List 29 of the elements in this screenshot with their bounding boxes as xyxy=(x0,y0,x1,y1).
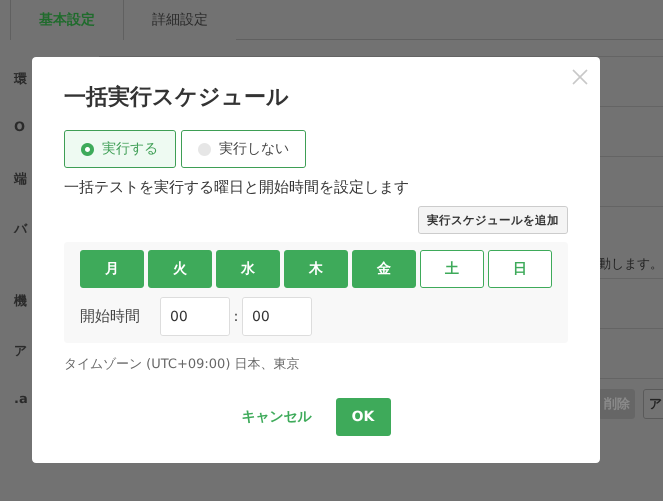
timezone-text: タイムゾーン (UTC+09:00) 日本、東京 xyxy=(64,356,301,373)
field-label: 端 xyxy=(14,171,27,188)
field-label: .a xyxy=(14,392,28,407)
field-label: バ xyxy=(14,221,27,238)
day-toggle[interactable]: 日 xyxy=(488,250,552,288)
day-toggle[interactable]: 金 xyxy=(352,250,416,288)
minute-field[interactable]: 00 xyxy=(242,297,312,336)
tab[interactable]: 詳細設定 xyxy=(124,0,236,40)
cancel-button[interactable]: キャンセル xyxy=(242,408,312,426)
radio-option[interactable]: 実行しない xyxy=(181,130,306,168)
field-label: 機 xyxy=(14,293,27,310)
field-label: O xyxy=(14,120,26,135)
day-toggle[interactable]: 月 xyxy=(80,250,144,288)
dialog-title: 一括実行スケジュール xyxy=(64,84,290,112)
action-button[interactable]: ア xyxy=(643,389,663,419)
close-icon[interactable] xyxy=(572,69,588,85)
day-toggle[interactable]: 土 xyxy=(420,250,484,288)
description: 一括テストを実行する曜日と開始時間を設定します xyxy=(64,178,410,197)
field-label: ア xyxy=(14,343,27,360)
time-separator: : xyxy=(232,308,240,324)
day-toggle[interactable]: 火 xyxy=(148,250,212,288)
add-schedule-button[interactable]: 実行スケジュールを追加 xyxy=(418,206,568,234)
day-toggle[interactable]: 水 xyxy=(216,250,280,288)
field-label: 開始時間 xyxy=(80,307,141,326)
hour-field[interactable]: 00 xyxy=(160,297,230,336)
radio-option[interactable]: 実行する xyxy=(64,130,176,168)
field-label: 環 xyxy=(14,71,27,88)
day-toggle[interactable]: 木 xyxy=(284,250,348,288)
ok-button[interactable]: OK xyxy=(336,398,390,436)
